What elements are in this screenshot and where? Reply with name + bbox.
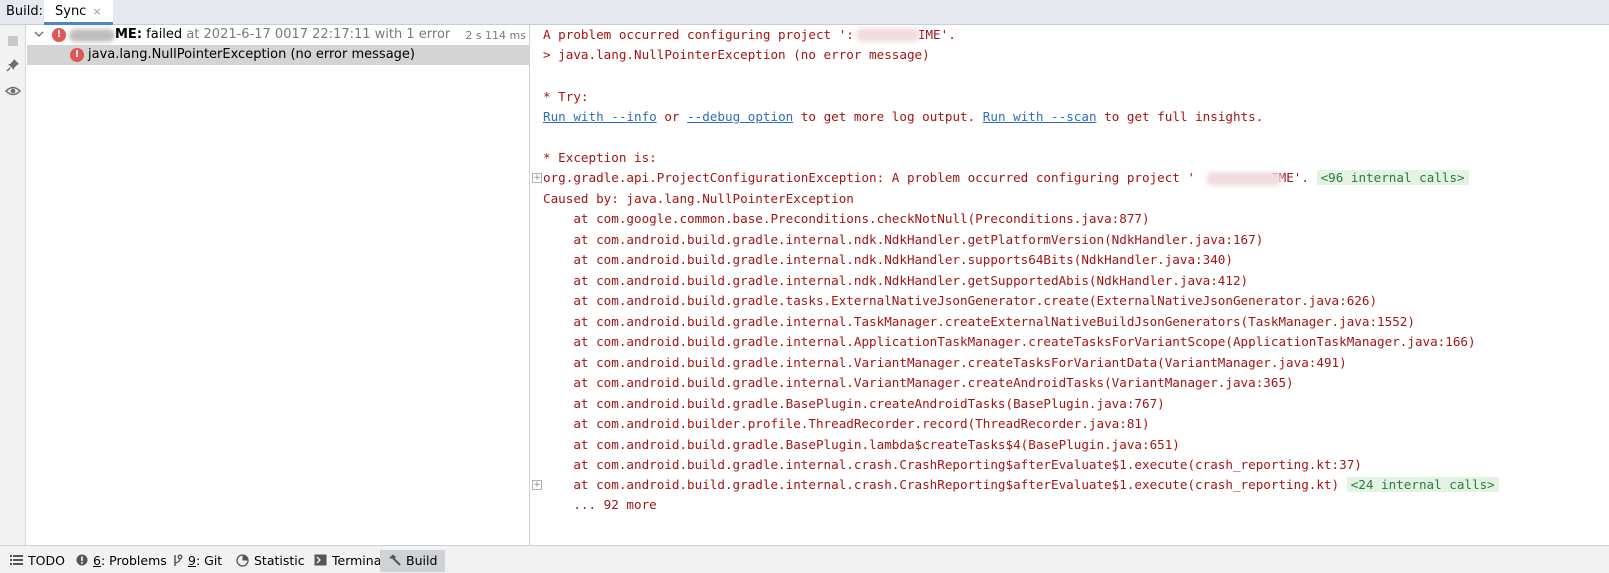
problems-shortcut: 6 — [93, 553, 101, 568]
error-icon: ! — [52, 28, 66, 42]
hammer-icon — [389, 554, 401, 566]
build-label: Build: — [6, 4, 44, 19]
run-with-scan-link[interactable]: Run with --scan — [983, 109, 1097, 124]
console-text: IME'. — [917, 27, 956, 42]
tree-root-text: ME: failed at 2021-6-17 0017 22:17:11 wi… — [115, 27, 450, 42]
console-text: A problem occurred configuring project '… — [543, 27, 854, 42]
console-text: org.gradle.api.ProjectConfigurationExcep… — [543, 170, 1196, 185]
chevron-down-icon[interactable] — [33, 27, 45, 41]
console-text: or — [656, 109, 688, 124]
console-line: Caused by: java.lang.NullPointerExceptio… — [543, 191, 854, 206]
internal-calls-fold[interactable]: <96 internal calls> — [1316, 170, 1469, 185]
terminal-label: Terminal — [332, 553, 385, 568]
eye-icon[interactable] — [5, 83, 21, 99]
tab-close-icon[interactable]: × — [92, 5, 101, 18]
tab-sync[interactable]: Sync × — [44, 0, 113, 25]
build-tool-button[interactable]: Build — [380, 550, 446, 572]
stack-trace-line: at com.android.build.gradle.internal.cra… — [543, 457, 1362, 472]
problems-tool-button[interactable]: 6: Problems — [68, 550, 175, 572]
list-icon — [10, 555, 23, 565]
pin-icon[interactable] — [5, 57, 21, 73]
build-tool-window-header: Build: Sync × — [0, 0, 1609, 25]
stack-trace-line: at com.android.build.gradle.internal.ndk… — [543, 252, 1233, 267]
stop-icon[interactable] — [5, 33, 21, 49]
console-line: at com.android.build.gradle.internal.cra… — [543, 475, 1499, 495]
git-shortcut: 9 — [188, 553, 196, 568]
duration-text: 2 s 114 ms — [465, 29, 526, 42]
debug-option-link[interactable]: --debug option — [687, 109, 793, 124]
tree-root-row[interactable]: ! ME: failed at 2021-6-17 0017 22:17:11 … — [27, 25, 530, 45]
console-line: Run with --info or --debug option to get… — [543, 107, 1263, 127]
stack-trace-line: at com.android.build.gradle.internal.Var… — [543, 375, 1294, 390]
todo-label: TODO — [28, 553, 65, 568]
stack-trace-line: at com.android.build.gradle.internal.ndk… — [543, 272, 1249, 288]
statistic-tool-button[interactable]: Statistic — [228, 550, 313, 572]
console-text: at com.android.build.gradle.internal.cra… — [543, 477, 1347, 492]
console-line: > java.lang.NullPointerException (no err… — [543, 47, 930, 62]
git-tool-button[interactable]: 9: Git — [164, 550, 230, 572]
git-label: : Git — [195, 553, 223, 568]
tab-sync-label: Sync — [55, 4, 87, 19]
build-side-toolbar — [0, 25, 26, 545]
tree-child-row[interactable]: ! java.lang.NullPointerException (no err… — [27, 45, 530, 65]
stack-trace-line: at com.android.build.gradle.BasePlugin.l… — [543, 436, 1180, 452]
status-detail: at 2021-6-17 0017 22:17:11 with 1 error — [186, 27, 451, 42]
internal-calls-fold[interactable]: <24 internal calls> — [1346, 477, 1499, 492]
stack-trace-line: at com.android.build.gradle.tasks.Extern… — [543, 293, 1378, 308]
redacted-project-name — [856, 28, 920, 42]
stack-trace-line: at com.android.build.gradle.internal.ndk… — [543, 231, 1264, 247]
redacted-project-name — [69, 29, 115, 42]
build-label: Build — [406, 553, 438, 568]
todo-tool-button[interactable]: TODO — [2, 550, 73, 572]
project-name-suffix: ME: — [115, 27, 143, 42]
stack-trace-line: at com.google.common.base.Preconditions.… — [543, 211, 1150, 226]
stack-trace-line: at com.android.build.gradle.internal.App… — [543, 334, 1476, 349]
problems-icon — [76, 554, 88, 566]
build-console[interactable]: A problem occurred configuring project '… — [531, 25, 1609, 545]
git-branch-icon — [174, 554, 183, 566]
stack-trace-line: at com.android.build.gradle.internal.Tas… — [543, 313, 1415, 329]
run-with-info-link[interactable]: Run with --info — [543, 109, 657, 124]
problems-label: : Problems — [100, 553, 167, 568]
console-line: * Exception is: — [543, 150, 657, 165]
expand-fold-icon[interactable]: + — [532, 173, 542, 183]
statistic-icon — [236, 554, 249, 567]
stack-trace-line: at com.android.builder.profile.ThreadRec… — [543, 416, 1150, 431]
error-icon: ! — [70, 48, 84, 62]
stack-trace-line: at com.android.build.gradle.BasePlugin.c… — [543, 395, 1165, 411]
stack-trace-line: at com.android.build.gradle.internal.Var… — [543, 354, 1347, 370]
console-text: to get more log output. — [793, 109, 983, 124]
console-line: org.gradle.api.ProjectConfigurationExcep… — [543, 168, 1469, 188]
tool-window-bar: TODO 6: Problems 9: Git Statistic Termin… — [0, 545, 1609, 573]
console-line: * Try: — [543, 89, 589, 104]
expand-fold-icon[interactable]: + — [532, 480, 542, 490]
exception-label: java.lang.NullPointerException (no error… — [88, 47, 415, 62]
status-text: failed — [146, 27, 183, 42]
statistic-label: Statistic — [254, 553, 305, 568]
build-tree: ! ME: failed at 2021-6-17 0017 22:17:11 … — [27, 25, 530, 545]
console-line: ... 92 more — [543, 497, 657, 512]
terminal-icon — [314, 554, 327, 566]
console-text: to get full insights. — [1096, 109, 1264, 124]
redacted-project-name — [1206, 172, 1282, 186]
